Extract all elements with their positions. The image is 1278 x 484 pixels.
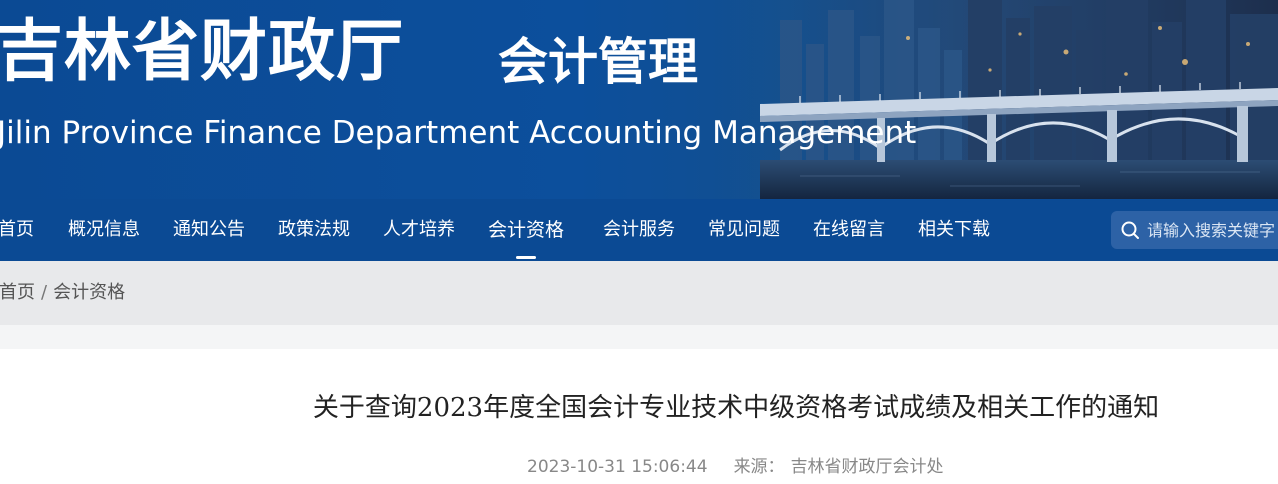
nav-item-overview[interactable]: 概况信息 bbox=[68, 199, 140, 261]
nav-item-home[interactable]: 首页 bbox=[0, 199, 34, 261]
nav-item-notices[interactable]: 通知公告 bbox=[173, 199, 245, 261]
site-title: 吉林省财政厅 bbox=[0, 12, 404, 90]
nav-item-qualification-label: 会计资格 bbox=[488, 219, 565, 241]
nav-item-services[interactable]: 会计服务 bbox=[603, 199, 675, 261]
page: 吉林省财政厅 会计管理 Jilin Province Finance Depar… bbox=[0, 0, 1278, 484]
article-title: 关于查询2023年度全国会计专业技术中级资格考试成绩及相关工作的通知 bbox=[312, 393, 1160, 423]
nav-item-qualification[interactable]: 会计资格 bbox=[488, 199, 564, 261]
search-input[interactable] bbox=[1147, 211, 1278, 249]
nav-item-policies[interactable]: 政策法规 bbox=[278, 199, 350, 261]
article-meta: 2023-10-31 15:06:44 来源： 吉林省财政厅会计处 bbox=[527, 452, 944, 482]
search-box bbox=[1111, 211, 1278, 249]
breadcrumb-current-link[interactable]: 会计资格 bbox=[53, 282, 125, 303]
breadcrumb-separator: / bbox=[41, 282, 48, 303]
breadcrumb: 首页 / 会计资格 bbox=[0, 261, 125, 325]
section-title: 会计管理 bbox=[498, 33, 698, 91]
breadcrumb-bar: 首页 / 会计资格 bbox=[0, 261, 1278, 325]
english-title: Jilin Province Finance Department Accoun… bbox=[0, 115, 917, 151]
nav-item-talent[interactable]: 人才培养 bbox=[383, 199, 455, 261]
breadcrumb-home-link[interactable]: 首页 bbox=[0, 282, 35, 303]
active-indicator bbox=[516, 256, 536, 259]
nav-item-downloads[interactable]: 相关下载 bbox=[918, 199, 990, 261]
content-top-strip bbox=[0, 325, 1278, 349]
nav-item-message[interactable]: 在线留言 bbox=[813, 199, 885, 261]
main-nav: 首页 概况信息 通知公告 政策法规 人才培养 会计资格 会计服务 常见问题 在线… bbox=[0, 199, 1278, 261]
search-icon[interactable] bbox=[1120, 220, 1140, 240]
article-date: 2023-10-31 15:06:44 bbox=[527, 457, 708, 477]
nav-item-faq[interactable]: 常见问题 bbox=[708, 199, 780, 261]
article-source-label: 来源： bbox=[733, 457, 785, 477]
article-source: 吉林省财政厅会计处 bbox=[790, 457, 944, 477]
header-banner: 吉林省财政厅 会计管理 Jilin Province Finance Depar… bbox=[0, 0, 1278, 199]
